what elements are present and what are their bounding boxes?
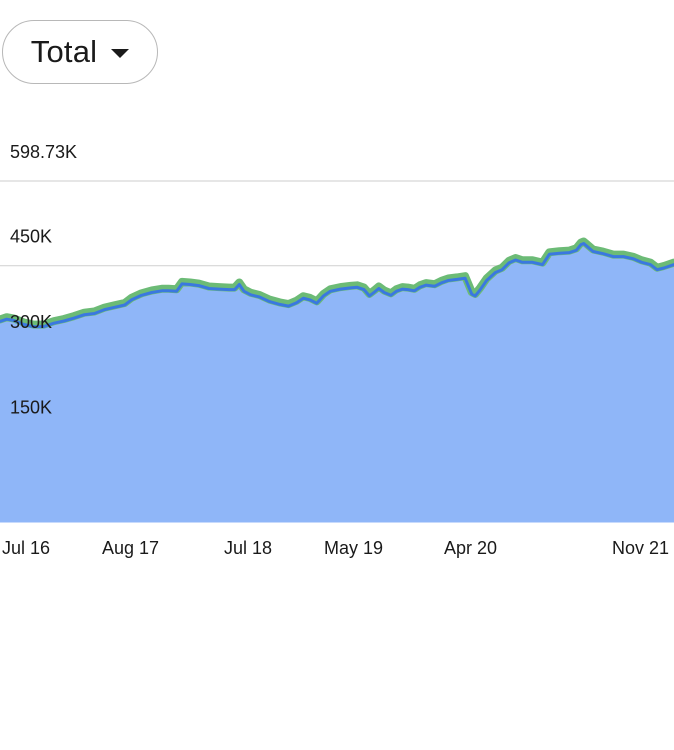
area-chart: 598.73K 450K 300K 150K Jul 16 Aug 17 Jul 18 Ma…	[0, 142, 674, 558]
x-axis: Jul 16 Aug 17 Jul 18 May 19 Apr 20 Nov 21	[2, 538, 669, 558]
y-tick-label: 150K	[10, 398, 52, 418]
area-series	[0, 237, 674, 523]
x-tick-label: Aug 17	[102, 538, 159, 558]
x-tick-label: May 19	[324, 538, 383, 558]
y-tick-label: 300K	[10, 312, 52, 332]
y-tick-label: 598.73K	[10, 142, 77, 162]
x-tick-label: Jul 16	[2, 538, 50, 558]
x-tick-label: Jul 18	[224, 538, 272, 558]
y-tick-label: 450K	[10, 227, 52, 247]
x-tick-label: Nov 21	[612, 538, 669, 558]
x-tick-label: Apr 20	[444, 538, 497, 558]
